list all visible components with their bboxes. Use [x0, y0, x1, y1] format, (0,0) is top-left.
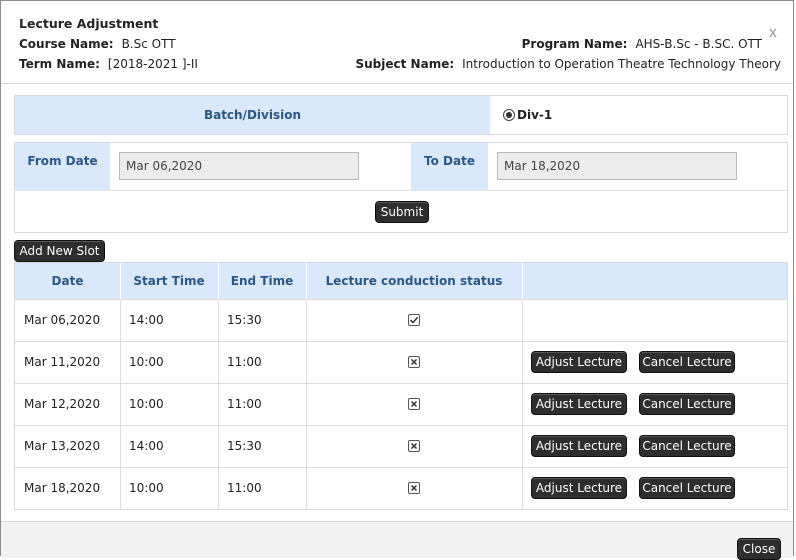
- cross-icon: [408, 398, 420, 410]
- cell-status: [306, 468, 522, 508]
- adjust-lecture-button[interactable]: Adjust Lecture: [531, 435, 627, 457]
- subject-name-value: Introduction to Operation Theatre Techno…: [462, 57, 781, 71]
- table-header-row: Date Start Time End Time Lecture conduct…: [15, 263, 787, 299]
- program-name-row: Program Name: AHS-B.Sc - B.SC. OTT: [522, 37, 762, 51]
- cross-icon: [408, 440, 420, 452]
- cell-status: [306, 300, 522, 340]
- radio-div-1[interactable]: Div-1: [503, 96, 552, 134]
- header-start-time: Start Time: [133, 274, 205, 288]
- checked-icon: [408, 314, 420, 326]
- header-end-time: End Time: [230, 274, 294, 288]
- table-row: Mar 12,2020 10:00 11:00 Adjust Lecture C…: [15, 383, 787, 425]
- dialog-header: Lecture Adjustment Course Name: B.Sc OTT …: [1, 1, 793, 84]
- cell-start-time: 14:00: [129, 313, 164, 327]
- cell-start-time: 14:00: [129, 439, 164, 453]
- cross-icon: [408, 356, 420, 368]
- cell-end-time: 11:00: [227, 355, 262, 369]
- lecture-table: Date Start Time End Time Lecture conduct…: [14, 262, 788, 510]
- cancel-lecture-button[interactable]: Cancel Lecture: [639, 477, 735, 499]
- add-new-slot-button[interactable]: Add New Slot: [14, 240, 105, 262]
- radio-div-1-label: Div-1: [517, 108, 553, 122]
- cell-start-time: 10:00: [129, 481, 164, 495]
- cancel-lecture-button[interactable]: Cancel Lecture: [639, 351, 735, 373]
- cell-date: Mar 06,2020: [24, 313, 101, 327]
- course-name-row: Course Name: B.Sc OTT: [19, 37, 176, 51]
- cell-date: Mar 13,2020: [24, 439, 101, 453]
- close-button[interactable]: Close: [737, 538, 781, 560]
- cell-start-time: 10:00: [129, 397, 164, 411]
- program-name-label: Program Name:: [521, 37, 628, 51]
- table-row: Mar 13,2020 14:00 15:30 Adjust Lecture C…: [15, 425, 787, 467]
- to-date-label: To Date: [411, 143, 488, 190]
- adjust-lecture-button[interactable]: Adjust Lecture: [531, 351, 627, 373]
- to-date-input[interactable]: [497, 152, 737, 180]
- date-filter-panel: From Date To Date Submit: [14, 142, 788, 233]
- date-panel-divider: [15, 190, 787, 191]
- header-date: Date: [51, 274, 84, 288]
- cell-end-time: 11:00: [227, 481, 262, 495]
- adjust-lecture-button[interactable]: Adjust Lecture: [531, 477, 627, 499]
- term-name-row: Term Name: [2018-2021 ]-II: [19, 57, 198, 71]
- table-row: Mar 18,2020 10:00 11:00 Adjust Lecture C…: [15, 467, 787, 509]
- cell-status: [306, 384, 522, 424]
- cell-start-time: 10:00: [129, 355, 164, 369]
- cell-status: [306, 342, 522, 382]
- radio-selected-icon[interactable]: [503, 109, 515, 121]
- cell-status: [306, 426, 522, 466]
- course-name-value: B.Sc OTT: [121, 37, 176, 51]
- from-date-input[interactable]: [119, 152, 359, 180]
- batch-panel: Batch/Division Div-1: [14, 95, 788, 135]
- term-name-label: Term Name:: [19, 57, 100, 71]
- cell-date: Mar 18,2020: [24, 481, 101, 495]
- cancel-lecture-button[interactable]: Cancel Lecture: [639, 393, 735, 415]
- course-name-label: Course Name:: [19, 37, 114, 51]
- cell-end-time: 15:30: [227, 439, 262, 453]
- close-icon[interactable]: x: [769, 25, 777, 41]
- program-name-value: AHS-B.Sc - B.SC. OTT: [635, 37, 762, 51]
- cell-date: Mar 12,2020: [24, 397, 101, 411]
- cross-icon: [408, 482, 420, 494]
- submit-button[interactable]: Submit: [375, 201, 429, 223]
- batch-division-label: Batch/Division: [15, 96, 490, 134]
- cancel-lecture-button[interactable]: Cancel Lecture: [639, 435, 735, 457]
- subject-name-label: Subject Name:: [355, 57, 455, 71]
- dialog-footer: Close: [1, 521, 793, 560]
- adjust-lecture-button[interactable]: Adjust Lecture: [531, 393, 627, 415]
- term-name-value: [2018-2021 ]-II: [107, 57, 198, 71]
- header-actions: [522, 263, 787, 299]
- cell-end-time: 11:00: [227, 397, 262, 411]
- cell-date: Mar 11,2020: [24, 355, 101, 369]
- cell-end-time: 15:30: [227, 313, 262, 327]
- dialog-title: Lecture Adjustment: [19, 16, 159, 31]
- table-row: Mar 06,2020 14:00 15:30: [15, 299, 787, 341]
- subject-name-row: Subject Name: Introduction to Operation T…: [356, 57, 782, 71]
- lecture-adjustment-dialog: Lecture Adjustment Course Name: B.Sc OTT …: [0, 0, 794, 560]
- header-lecture-status: Lecture conduction status: [325, 274, 503, 288]
- table-row: Mar 11,2020 10:00 11:00 Adjust Lecture C…: [15, 341, 787, 383]
- from-date-label: From Date: [15, 143, 110, 190]
